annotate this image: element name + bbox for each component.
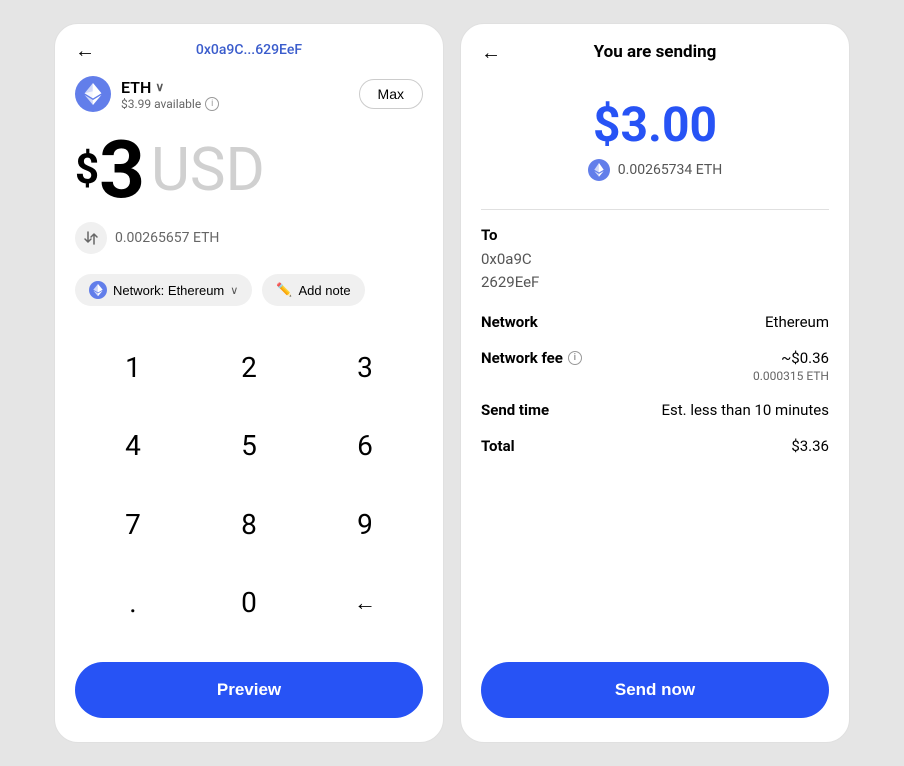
- sending-eth-icon: [588, 159, 610, 181]
- send-time-value: Est. less than 10 minutes: [661, 401, 829, 419]
- sending-amount-display: $3.00 0.00265734 ETH: [461, 72, 849, 193]
- balance-info-icon[interactable]: i: [205, 97, 219, 111]
- screen2-header: ← You are sending: [461, 24, 849, 72]
- numpad-backspace-key[interactable]: ←: [307, 564, 423, 643]
- pencil-icon: ✏️: [276, 282, 292, 298]
- back-button-screen1[interactable]: ←: [75, 40, 95, 60]
- send-amount-screen: ← 0x0a9C...629EeF ETH: [54, 23, 444, 743]
- numpad-key-9[interactable]: 9: [307, 485, 423, 564]
- send-time-row: Send time Est. less than 10 minutes: [481, 401, 829, 419]
- numpad-key-7[interactable]: 7: [75, 485, 191, 564]
- add-note-button[interactable]: ✏️ Add note: [262, 274, 364, 306]
- sending-eth-amount: 0.00265734 ETH: [618, 162, 722, 178]
- send-controls: Network: Ethereum ∨ ✏️ Add note: [55, 262, 443, 318]
- eth-icon: [75, 76, 111, 112]
- numpad-key-3[interactable]: 3: [307, 328, 423, 407]
- max-button[interactable]: Max: [359, 79, 423, 109]
- amount-number: 3: [99, 130, 145, 210]
- fee-value: ~$0.36 0.000315 ETH: [753, 349, 829, 383]
- sending-usd-amount: $3.00: [481, 96, 829, 153]
- to-address: 0x0a9C 2629EeF: [481, 248, 829, 293]
- numpad-key-6[interactable]: 6: [307, 407, 423, 486]
- numpad-key-1[interactable]: 1: [75, 328, 191, 407]
- total-label: Total: [481, 437, 515, 455]
- screen2-title: You are sending: [594, 42, 717, 62]
- fee-row: Network fee i ~$0.36 0.000315 ETH: [481, 349, 829, 383]
- token-available-balance: $3.99 available i: [121, 97, 219, 111]
- network-eth-icon: [89, 281, 107, 299]
- send-time-label: Send time: [481, 401, 549, 419]
- numpad-key-2[interactable]: 2: [191, 328, 307, 407]
- token-dropdown-icon: ∨: [155, 80, 164, 94]
- network-label: Network: Ethereum: [113, 283, 224, 298]
- back-button-screen2[interactable]: ←: [481, 40, 501, 65]
- fee-label: Network fee i: [481, 349, 582, 367]
- network-detail-label: Network: [481, 313, 538, 331]
- numpad-key-4[interactable]: 4: [75, 407, 191, 486]
- network-selector-button[interactable]: Network: Ethereum ∨: [75, 274, 252, 306]
- network-row: Network Ethereum: [481, 313, 829, 331]
- to-section: To 0x0a9C 2629EeF: [481, 226, 829, 293]
- numpad: 1 2 3 4 5 6 7 8 9 . 0 ←: [55, 318, 443, 652]
- network-detail-value: Ethereum: [765, 313, 829, 331]
- total-value: $3.36: [791, 437, 829, 455]
- to-label: To: [481, 226, 829, 244]
- numpad-key-8[interactable]: 8: [191, 485, 307, 564]
- swap-currency-button[interactable]: [75, 222, 107, 254]
- fee-eth-value: 0.000315 ETH: [753, 369, 829, 383]
- amount-display: $ 3 USD: [55, 120, 443, 214]
- preview-button[interactable]: Preview: [75, 662, 423, 718]
- token-left: ETH ∨ $3.99 available i: [75, 76, 219, 112]
- token-selector-row: ETH ∨ $3.99 available i Max: [55, 68, 443, 120]
- divider: [481, 209, 829, 210]
- fee-usd-value: ~$0.36: [753, 349, 829, 367]
- total-row: Total $3.36: [481, 437, 829, 455]
- transaction-details: To 0x0a9C 2629EeF Network Ethereum Netwo…: [461, 226, 849, 473]
- amount-unit: USD: [151, 140, 265, 200]
- eth-equivalent-row: 0.00265657 ETH: [55, 214, 443, 262]
- add-note-label: Add note: [299, 283, 351, 298]
- token-info: ETH ∨ $3.99 available i: [121, 78, 219, 111]
- sending-eth-row: 0.00265734 ETH: [481, 159, 829, 181]
- dollar-sign: $: [75, 149, 99, 191]
- send-now-button[interactable]: Send now: [481, 662, 829, 718]
- screen1-header: ← 0x0a9C...629EeF: [55, 24, 443, 68]
- numpad-key-decimal[interactable]: .: [75, 564, 191, 643]
- fee-info-icon[interactable]: i: [568, 351, 582, 365]
- send-confirmation-screen: ← You are sending $3.00 0.00265734 ETH: [460, 23, 850, 743]
- numpad-key-5[interactable]: 5: [191, 407, 307, 486]
- eth-equivalent-value: 0.00265657 ETH: [115, 230, 219, 246]
- numpad-key-0[interactable]: 0: [191, 564, 307, 643]
- recipient-address[interactable]: 0x0a9C...629EeF: [196, 42, 302, 58]
- token-name[interactable]: ETH ∨: [121, 78, 219, 97]
